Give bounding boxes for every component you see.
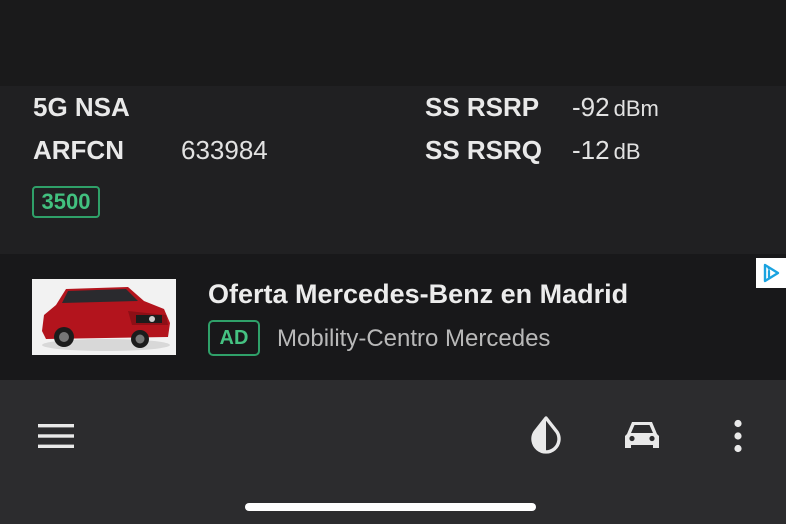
home-indicator[interactable] [245, 503, 536, 511]
ss-rsrq-unit: dB [613, 139, 641, 164]
arfcn-value: 633984 [181, 135, 268, 165]
hamburger-menu-icon[interactable] [28, 416, 84, 456]
network-type-label: 5G NSA [33, 92, 130, 122]
contrast-drop-icon[interactable] [522, 412, 570, 460]
ad-advertiser[interactable]: Mobility-Centro Mercedes [277, 324, 550, 354]
ss-rsrp-label: SS RSRP [425, 92, 540, 122]
status-bar-area [0, 0, 786, 86]
arfcn-label: ARFCN [33, 135, 124, 165]
red-suv-image[interactable] [32, 279, 176, 355]
car-icon[interactable] [614, 412, 670, 460]
band-badge: 3500 [32, 186, 100, 218]
ss-rsrq-reading: -12 dB [572, 135, 641, 167]
ad-title[interactable]: Oferta Mercedes-Benz en Madrid [208, 278, 628, 310]
ss-rsrp-reading: -92 dBm [572, 92, 659, 124]
more-vertical-icon[interactable] [722, 414, 754, 458]
ad-banner[interactable]: Oferta Mercedes-Benz en Madrid AD Mobili… [0, 254, 786, 380]
ad-badge: AD [208, 320, 260, 356]
ss-rsrp-unit: dBm [613, 96, 659, 121]
adchoices-icon[interactable] [756, 258, 786, 288]
ss-rsrq-label: SS RSRQ [425, 135, 543, 165]
ss-rsrq-value: -12 [572, 135, 610, 165]
ss-rsrp-value: -92 [572, 92, 610, 122]
